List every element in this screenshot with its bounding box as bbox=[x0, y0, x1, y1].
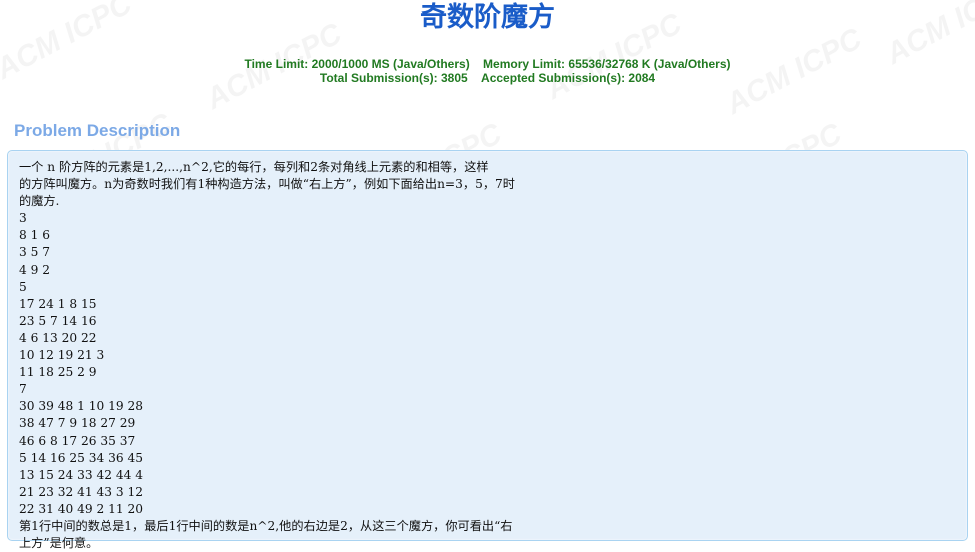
total-submissions: Total Submission(s): 3805 bbox=[319, 71, 468, 85]
text-line: 10 12 19 21 3 bbox=[19, 348, 105, 363]
limits-info: Time Limit: 2000/1000 MS (Java/Others) M… bbox=[0, 57, 975, 85]
text-line: 3 5 7 bbox=[19, 245, 51, 260]
text-line: 的方阵叫魔方。n为奇数时我们有1种构造方法，叫做“右上方”，例如下面给出n=3，… bbox=[19, 177, 515, 192]
text-line: 13 15 24 33 42 44 4 bbox=[19, 467, 144, 482]
text-line: 8 1 6 bbox=[19, 228, 51, 243]
accepted-submissions: Accepted Submission(s): 2084 bbox=[481, 71, 656, 85]
text-line: 17 24 1 8 15 bbox=[19, 296, 97, 311]
text-line: 第1行中间的数总是1，最后1行中间的数是n^2,他的右边是2，从这三个魔方，你可… bbox=[19, 518, 513, 533]
text-line: 上方”是何意。 bbox=[19, 536, 99, 551]
text-line: 的魔方. bbox=[19, 194, 60, 209]
text-line: 21 23 32 41 43 3 12 bbox=[19, 484, 144, 499]
text-line: 30 39 48 1 10 19 28 bbox=[19, 399, 144, 414]
memory-limit: Memory Limit: 65536/32768 K (Java/Others… bbox=[483, 57, 731, 71]
time-limit: Time Limit: 2000/1000 MS (Java/Others) bbox=[244, 57, 470, 71]
text-line: 22 31 40 49 2 11 20 bbox=[19, 501, 144, 516]
page-title: 奇数阶魔方 bbox=[420, 2, 555, 33]
text-line: 5 bbox=[19, 279, 27, 294]
text-line: 7 bbox=[19, 382, 27, 397]
text-line: 46 6 8 17 26 35 37 bbox=[19, 433, 136, 448]
text-line: 4 6 13 20 22 bbox=[19, 330, 97, 345]
text-line: 3 bbox=[19, 211, 27, 226]
problem-description-text: 一个 n 阶方阵的元素是1,2,...,n^2,它的每行，每列和2条对角线上元素… bbox=[19, 159, 619, 552]
section-title-problem-description: Problem Description bbox=[14, 121, 181, 140]
text-line: 38 47 7 9 18 27 29 bbox=[19, 416, 136, 431]
text-line: 5 14 16 25 34 36 45 bbox=[19, 450, 144, 465]
text-line: 一个 n 阶方阵的元素是1,2,...,n^2,它的每行，每列和2条对角线上元素… bbox=[19, 160, 489, 174]
text-line: 23 5 7 14 16 bbox=[19, 313, 97, 328]
text-line: 11 18 25 2 9 bbox=[19, 365, 97, 380]
text-line: 4 9 2 bbox=[19, 262, 51, 277]
